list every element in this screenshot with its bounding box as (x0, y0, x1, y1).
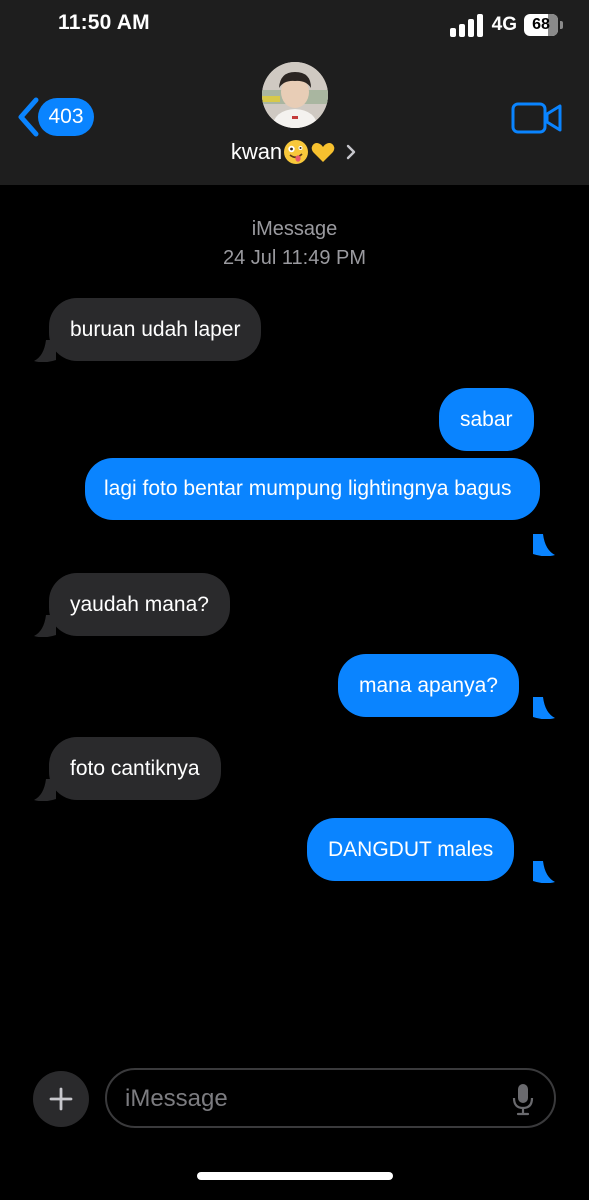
compose-field[interactable] (105, 1068, 556, 1128)
conversation-header: 11:50 AM 4G 68 403 kwan (0, 0, 589, 185)
contact-details-button[interactable]: kwan (0, 139, 589, 165)
battery-level: 68 (532, 16, 550, 33)
message-outgoing[interactable]: DANGDUT males (307, 818, 515, 881)
network-label: 4G (491, 14, 517, 35)
back-button[interactable]: 403 (14, 96, 94, 138)
contact-name: kwan (230, 139, 283, 164)
battery-icon: 68 (524, 14, 558, 36)
messages-screen: 11:50 AM 4G 68 403 kwan iMessage 24 Jul … (0, 0, 589, 1200)
unread-count-badge: 403 (38, 98, 94, 136)
message-incoming[interactable]: buruan udah laper (49, 298, 262, 361)
message-incoming[interactable]: foto cantiknya (49, 737, 221, 800)
message-outgoing[interactable]: lagi foto bentar mumpung lightingnya bag… (85, 458, 540, 520)
bubble-tail (34, 615, 56, 637)
chevron-right-icon (346, 144, 356, 160)
thread-service-label: iMessage (251, 218, 338, 240)
avatar-photo (262, 62, 328, 128)
home-indicator[interactable] (197, 1172, 393, 1180)
zany-face-emoji-icon (284, 140, 309, 164)
video-camera-icon (511, 102, 562, 134)
yellow-heart-emoji-icon (311, 143, 335, 162)
add-attachment-button[interactable] (33, 1071, 89, 1127)
message-incoming[interactable]: yaudah mana? (49, 573, 230, 636)
status-indicators: 4G 68 (449, 11, 563, 39)
plus-icon (49, 1087, 73, 1111)
microphone-icon[interactable] (512, 1081, 534, 1117)
message-outgoing[interactable]: mana apanya? (338, 654, 519, 717)
contact-avatar[interactable] (262, 62, 328, 128)
bubble-tail (533, 534, 555, 556)
bubble-tail (34, 779, 56, 801)
bubble-tail (533, 697, 555, 719)
status-time: 11:50 AM (58, 11, 150, 34)
thread-timestamp: 24 Jul 11:49 PM (222, 247, 367, 269)
signal-icon (449, 13, 483, 37)
video-call-button[interactable] (511, 101, 563, 135)
bubble-tail (533, 861, 555, 883)
message-outgoing[interactable]: sabar (439, 388, 534, 451)
message-input[interactable] (125, 1080, 495, 1118)
bubble-tail (34, 340, 56, 362)
